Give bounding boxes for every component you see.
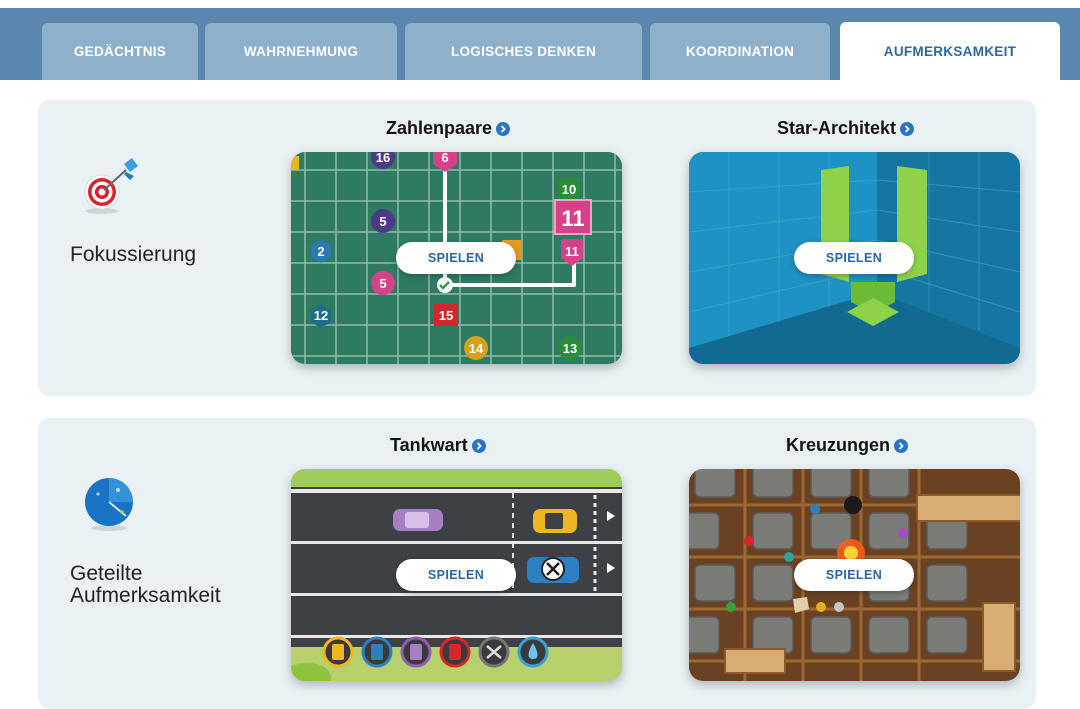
board-number-13: 13 (563, 341, 577, 356)
game-title-text: Zahlenpaare (386, 118, 493, 138)
game-thumbnail-tankwart[interactable]: SPIELEN (291, 469, 622, 681)
game-title-text: Tankwart (390, 435, 468, 455)
play-button[interactable]: SPIELEN (794, 242, 914, 274)
info-icon[interactable] (496, 121, 511, 136)
info-icon[interactable] (900, 121, 915, 136)
game-thumbnail-star-architekt[interactable]: SPIELEN (689, 152, 1020, 364)
board-number-10: 10 (562, 182, 576, 197)
board-number-16: 16 (376, 152, 390, 165)
board-number-12: 12 (314, 308, 328, 323)
board-number-6: 6 (441, 152, 448, 165)
category-label-geteilte-aufmerksamkeit: Geteilte Aufmerksamkeit (70, 562, 221, 607)
play-button[interactable]: SPIELEN (396, 559, 516, 591)
board-number-11: 11 (565, 244, 579, 259)
play-button[interactable]: SPIELEN (794, 559, 914, 591)
section-geteilte-aufmerksamkeit: Geteilte Aufmerksamkeit Tankwart SPIELEN… (38, 418, 1036, 709)
play-button[interactable]: SPIELEN (396, 242, 516, 274)
category-label-fokussierung: Fokussierung (70, 243, 197, 266)
tab-gedaechtnis[interactable]: GEDÄCHTNIS (42, 23, 198, 80)
tab-logisches-denken[interactable]: LOGISCHES DENKEN (405, 23, 642, 80)
game-title-kreuzungen[interactable]: Kreuzungen (786, 435, 909, 456)
info-icon[interactable] (894, 438, 909, 453)
board-number-15: 15 (439, 308, 453, 323)
game-thumbnail-zahlenpaare[interactable]: 16 6 10 11 5 2 11 5 12 15 14 13 SPIELEN (291, 152, 622, 364)
section-fokussierung: Fokussierung Zahlenpaare 16 6 10 11 5 2 … (38, 100, 1036, 396)
tab-wahrnehmung[interactable]: WAHRNEHMUNG (205, 23, 397, 80)
target-dart-icon (80, 152, 146, 223)
game-title-zahlenpaare[interactable]: Zahlenpaare (386, 118, 511, 139)
radar-globe-icon (82, 472, 142, 539)
game-thumbnail-kreuzungen[interactable]: SPIELEN (689, 469, 1020, 681)
board-number-5: 5 (379, 214, 386, 229)
board-number-2: 2 (317, 244, 324, 259)
tab-aufmerksamkeit[interactable]: AUFMERKSAMKEIT (840, 22, 1060, 80)
board-number-14: 14 (469, 341, 484, 356)
tab-koordination[interactable]: KOORDINATION (650, 23, 830, 80)
game-title-text: Star-Architekt (777, 118, 897, 138)
category-tab-bar: GEDÄCHTNIS WAHRNEHMUNG LOGISCHES DENKEN … (0, 0, 1080, 80)
game-title-star-architekt[interactable]: Star-Architekt (777, 118, 915, 139)
game-title-tankwart[interactable]: Tankwart (390, 435, 486, 456)
board-number-11-large: 11 (561, 206, 584, 231)
board-number-5-pink: 5 (379, 276, 386, 291)
info-icon[interactable] (471, 438, 486, 453)
game-title-text: Kreuzungen (786, 435, 891, 455)
